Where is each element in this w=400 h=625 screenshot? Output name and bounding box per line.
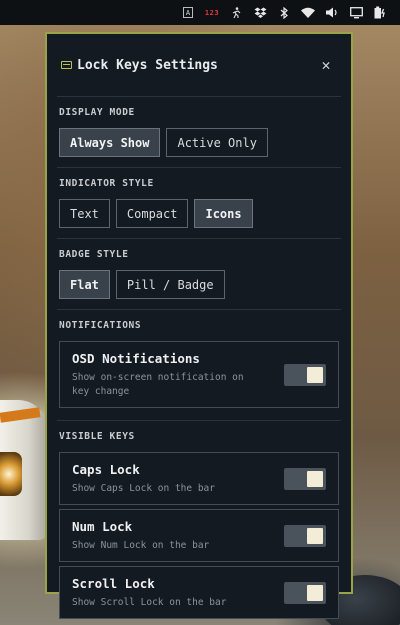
caps-lock-card: Caps Lock Show Caps Lock on the bar bbox=[59, 452, 339, 505]
num-lock-toggle[interactable] bbox=[284, 524, 326, 547]
num-lock-description: Show Num Lock on the bar bbox=[72, 539, 210, 551]
panel-title: Lock Keys Settings bbox=[77, 57, 218, 73]
notifications-section: NOTIFICATIONS OSD Notifications Show on-… bbox=[59, 310, 339, 422]
toggle-knob bbox=[307, 366, 323, 383]
scroll-lock-card: Scroll Lock Show Scroll Lock on the bar bbox=[59, 566, 339, 619]
display-mode-active-only-button[interactable]: Active Only bbox=[166, 128, 268, 157]
display-mode-section: DISPLAY MODE Always Show Active Only bbox=[59, 97, 339, 167]
card-text: Scroll Lock Show Scroll Lock on the bar bbox=[72, 576, 284, 610]
visible-keys-section: VISIBLE KEYS Caps Lock Show Caps Lock on… bbox=[59, 421, 339, 625]
badge-style-section: BADGE STYLE Flat Pill / Badge bbox=[59, 239, 339, 309]
system-top-bar: A 123 bbox=[0, 0, 400, 25]
display-mode-always-show-button[interactable]: Always Show bbox=[59, 128, 161, 157]
caps-lock-toggle[interactable] bbox=[284, 467, 326, 490]
lock-keys-settings-panel: Lock Keys Settings ✕ DISPLAY MODE Always… bbox=[45, 32, 353, 619]
scroll-lock-title: Scroll Lock bbox=[72, 575, 155, 591]
osd-notifications-title: OSD Notifications bbox=[72, 350, 200, 366]
indicator-style-section: INDICATOR STYLE Text Compact Icons bbox=[59, 168, 339, 238]
numlock-123-icon[interactable]: 123 bbox=[200, 0, 224, 25]
osd-notifications-description: Show on-screen notification on key chang… bbox=[72, 371, 244, 397]
toggle-knob bbox=[307, 470, 323, 487]
num-lock-card: Num Lock Show Num Lock on the bar bbox=[59, 509, 339, 562]
battery-charging-icon[interactable] bbox=[368, 0, 392, 25]
capslock-indicator-icon[interactable]: A bbox=[176, 0, 200, 25]
keyboard-icon bbox=[61, 61, 72, 69]
card-text: Caps Lock Show Caps Lock on the bar bbox=[72, 462, 284, 496]
badge-style-label: BADGE STYLE bbox=[59, 249, 129, 260]
toggle-knob bbox=[307, 584, 323, 601]
card-text: OSD Notifications Show on-screen notific… bbox=[72, 351, 284, 399]
dropbox-icon[interactable] bbox=[248, 0, 272, 25]
wifi-icon[interactable] bbox=[296, 0, 320, 25]
close-button[interactable]: ✕ bbox=[315, 56, 337, 74]
caps-lock-description: Show Caps Lock on the bar bbox=[72, 482, 215, 494]
notifications-label: NOTIFICATIONS bbox=[59, 320, 142, 331]
display-mode-segmented: Always Show Active Only bbox=[59, 128, 339, 157]
indicator-style-compact-button[interactable]: Compact bbox=[115, 199, 189, 228]
card-text: Num Lock Show Num Lock on the bar bbox=[72, 519, 284, 553]
caps-lock-title: Caps Lock bbox=[72, 461, 140, 477]
visible-keys-label: VISIBLE KEYS bbox=[59, 431, 135, 442]
indicator-style-text-button[interactable]: Text bbox=[59, 199, 110, 228]
indicator-style-segmented: Text Compact Icons bbox=[59, 199, 339, 228]
display-icon[interactable] bbox=[344, 0, 368, 25]
indicator-style-label: INDICATOR STYLE bbox=[59, 178, 154, 189]
indicator-style-icons-button[interactable]: Icons bbox=[194, 199, 253, 228]
person-run-icon[interactable] bbox=[224, 0, 248, 25]
num-lock-title: Num Lock bbox=[72, 518, 133, 534]
bluetooth-icon[interactable] bbox=[272, 0, 296, 25]
osd-notifications-toggle[interactable] bbox=[284, 363, 326, 386]
display-mode-label: DISPLAY MODE bbox=[59, 107, 135, 118]
badge-style-flat-button[interactable]: Flat bbox=[59, 270, 110, 299]
scroll-lock-toggle[interactable] bbox=[284, 581, 326, 604]
badge-style-segmented: Flat Pill / Badge bbox=[59, 270, 339, 299]
osd-notifications-card: OSD Notifications Show on-screen notific… bbox=[59, 341, 339, 408]
toggle-knob bbox=[307, 527, 323, 544]
scroll-lock-description: Show Scroll Lock on the bar bbox=[72, 596, 227, 608]
volume-icon[interactable] bbox=[320, 0, 344, 25]
badge-style-pill-button[interactable]: Pill / Badge bbox=[115, 270, 225, 299]
panel-header: Lock Keys Settings ✕ bbox=[59, 34, 339, 96]
